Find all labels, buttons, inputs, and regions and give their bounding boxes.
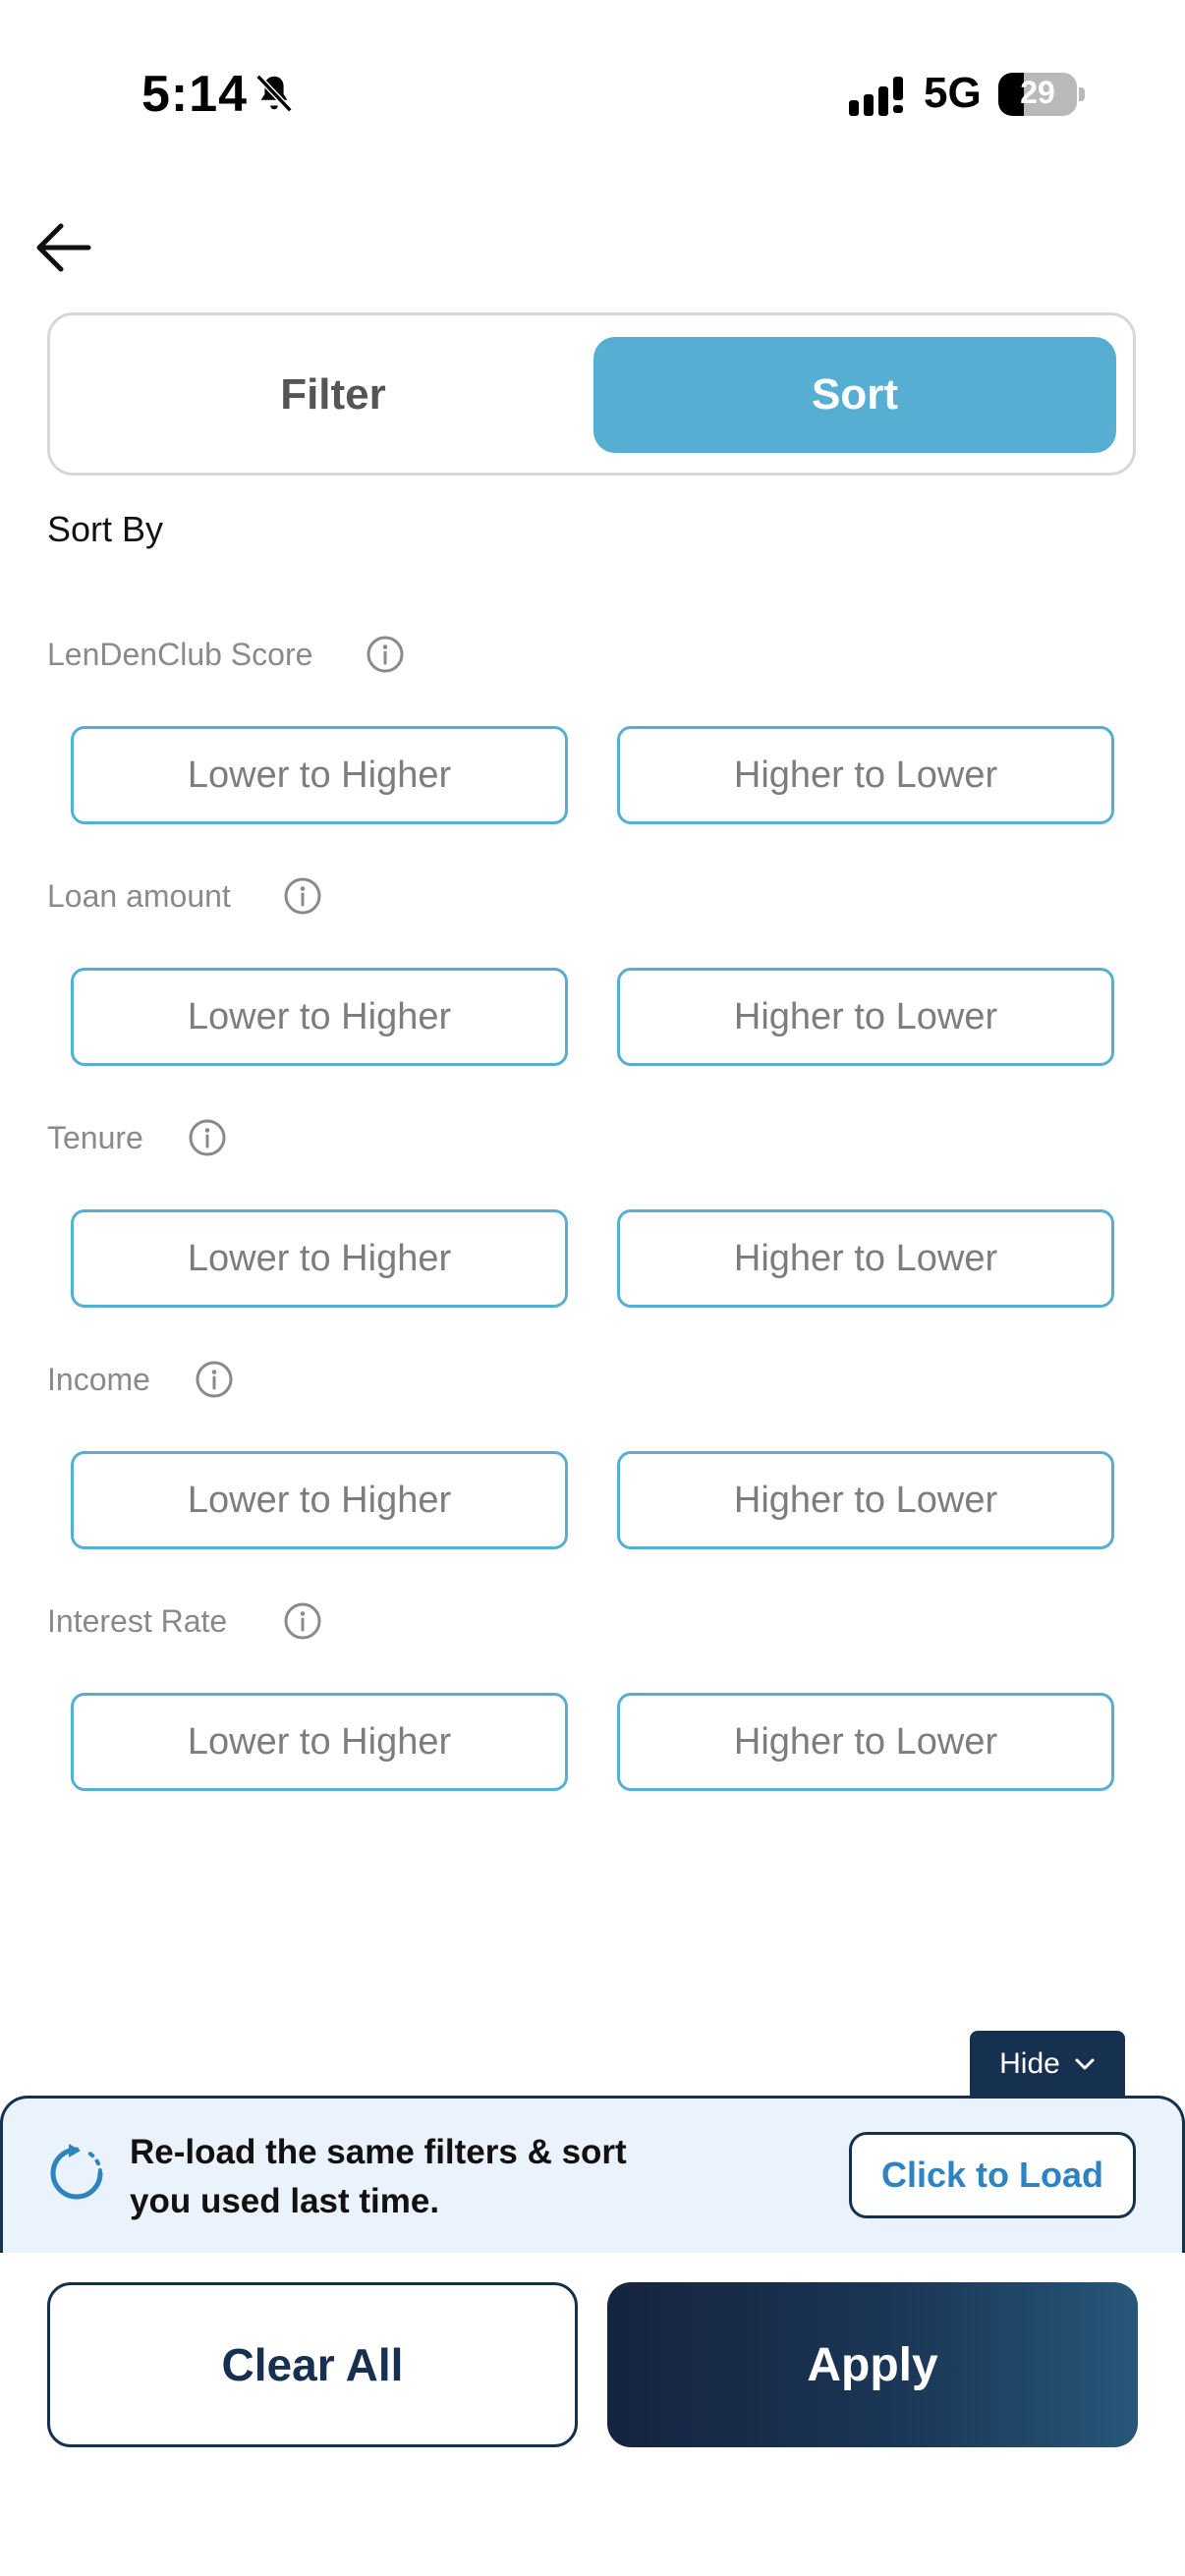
battery-icon: 29 xyxy=(998,73,1077,116)
score-lower-to-higher-button[interactable]: Lower to Higher xyxy=(71,726,568,824)
signal-icon xyxy=(849,77,903,116)
status-time: 5:14 xyxy=(141,66,249,123)
reload-icon xyxy=(50,2144,103,2200)
info-icon[interactable] xyxy=(188,1118,227,1157)
interest-rate-lower-to-higher-button[interactable]: Lower to Higher xyxy=(71,1693,568,1791)
battery-tip xyxy=(1079,87,1085,101)
tenure-higher-to-lower-button[interactable]: Higher to Lower xyxy=(617,1209,1114,1308)
score-higher-to-lower-button[interactable]: Higher to Lower xyxy=(617,726,1114,824)
section-label-income: Income xyxy=(47,1362,150,1397)
info-icon[interactable] xyxy=(283,876,322,916)
bell-muted-icon xyxy=(255,74,293,113)
info-icon[interactable] xyxy=(195,1360,234,1399)
hide-label: Hide xyxy=(999,2047,1060,2080)
loan-amount-higher-to-lower-button[interactable]: Higher to Lower xyxy=(617,968,1114,1066)
clear-all-button[interactable]: Clear All xyxy=(47,2282,578,2447)
reload-banner-line1: Re-load the same filters & sort xyxy=(130,2133,627,2171)
interest-rate-higher-to-lower-button[interactable]: Higher to Lower xyxy=(617,1693,1114,1791)
chevron-down-icon xyxy=(1075,2058,1095,2070)
section-label-loan-amount: Loan amount xyxy=(47,878,231,914)
apply-button[interactable]: Apply xyxy=(607,2282,1138,2447)
info-icon[interactable] xyxy=(283,1601,322,1641)
sort-by-heading: Sort By xyxy=(47,509,164,549)
info-icon[interactable] xyxy=(366,635,405,674)
back-arrow-icon[interactable] xyxy=(33,218,96,277)
hide-banner-button[interactable]: Hide xyxy=(970,2031,1125,2098)
income-higher-to-lower-button[interactable]: Higher to Lower xyxy=(617,1451,1114,1549)
section-label-tenure: Tenure xyxy=(47,1120,143,1155)
income-lower-to-higher-button[interactable]: Lower to Higher xyxy=(71,1451,568,1549)
reload-banner-line2: you used last time. xyxy=(130,2182,440,2220)
network-type: 5G xyxy=(924,69,982,117)
reload-banner-text: Re-load the same filters & sort you used… xyxy=(130,2128,680,2226)
section-label-interest-rate: Interest Rate xyxy=(47,1603,228,1639)
tab-sort[interactable]: Sort xyxy=(593,337,1116,453)
tab-filter[interactable]: Filter xyxy=(72,337,594,453)
click-to-load-button[interactable]: Click to Load xyxy=(849,2132,1136,2218)
tenure-lower-to-higher-button[interactable]: Lower to Higher xyxy=(71,1209,568,1308)
filter-sort-tabs: Filter Sort xyxy=(47,312,1136,476)
section-label-lendenclub-score: LenDenClub Score xyxy=(47,637,313,672)
loan-amount-lower-to-higher-button[interactable]: Lower to Higher xyxy=(71,968,568,1066)
battery-level: 29 xyxy=(1020,75,1055,110)
